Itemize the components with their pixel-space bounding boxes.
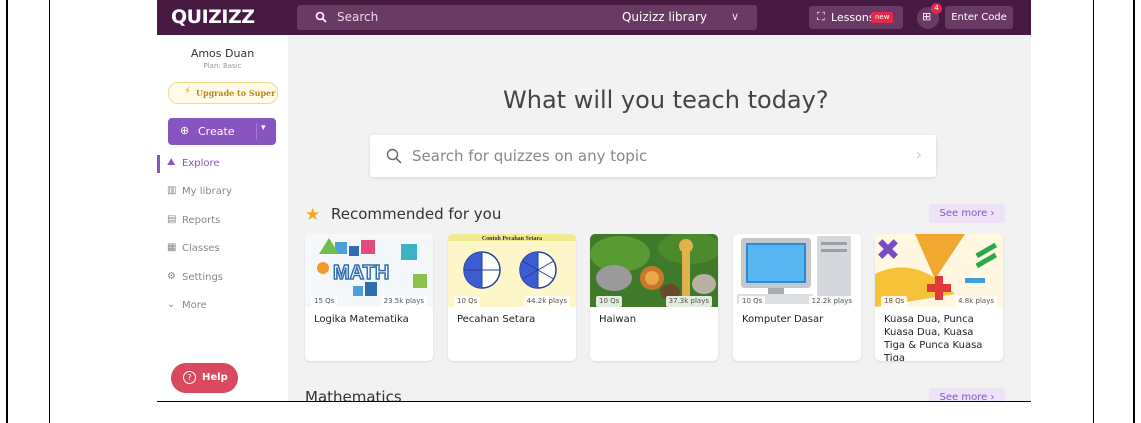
recommended-section-title: Recommended for you (331, 205, 502, 223)
question-icon: ? (183, 371, 196, 384)
gift-count-badge: 4 (931, 3, 942, 14)
frame-inner-right-border (1093, 0, 1094, 423)
sidebar-item-explore[interactable]: ⛰ Explore (157, 155, 288, 173)
new-badge: new (871, 12, 894, 23)
quiz-title: Kuasa Dua, Punca Kuasa Dua, Kuasa Tiga &… (884, 314, 983, 361)
sidebar-item-label: Explore (182, 158, 220, 169)
explore-icon: ⛰ (167, 157, 176, 168)
search-icon (386, 148, 402, 164)
gift-button[interactable]: ⊞ 4 (917, 3, 942, 29)
frame-right-border (1133, 0, 1135, 423)
sidebar: Amos Duan Plan: Basic ⚡ Upgrade to Super… (157, 35, 288, 402)
star-icon: ★ (305, 205, 321, 225)
top-search-placeholder: Search (337, 10, 379, 24)
classes-icon: ▦ (167, 242, 177, 253)
quiz-title: Pecahan Setara (457, 314, 536, 325)
sidebar-item-label: Settings (182, 272, 224, 283)
plays-count-badge: 12.2k plays (808, 296, 855, 307)
create-label: Create (198, 125, 235, 138)
quiz-title: Komputer Dasar (742, 314, 824, 325)
top-search-bar[interactable]: Search Quizizz library ∨ (297, 5, 757, 30)
gift-icon: ⊞ (922, 10, 932, 23)
quiz-card[interactable]: 10 Qs 12.2k plays Komputer Dasar (733, 234, 861, 361)
see-more-mathematics-button[interactable]: See more › (929, 388, 1005, 402)
question-count-badge: 10 Qs (739, 296, 766, 307)
upgrade-label: Upgrade to Super (196, 88, 276, 98)
top-navigation-bar: QUIZIZZ Search Quizizz library ∨ ⛶ Lesso… (157, 0, 1031, 35)
plus-circle-icon: ⊕ (180, 124, 190, 137)
gear-icon: ⚙ (167, 271, 176, 282)
plays-count-badge: 37.3k plays (665, 296, 712, 307)
see-more-recommended-button[interactable]: See more › (929, 204, 1005, 223)
library-scope-select[interactable]: Quizizz library (622, 10, 707, 24)
quiz-search-input[interactable]: Search for quizzes on any topic › (370, 135, 936, 177)
mathematics-section-title: Mathematics (305, 388, 402, 402)
create-divider (256, 123, 257, 140)
create-button[interactable]: ⊕ Create ▾ (168, 118, 276, 145)
quizizz-app-window: QUIZIZZ Search Quizizz library ∨ ⛶ Lesso… (157, 0, 1031, 402)
quiz-search-placeholder: Search for quizzes on any topic (412, 147, 648, 165)
sidebar-item-label: Classes (182, 243, 220, 254)
thumbnail-caption-text: Contoh Pecahan Setara (482, 236, 542, 242)
quiz-title: Haiwan (599, 314, 637, 325)
plays-count-badge: 4.8k plays (955, 296, 997, 307)
lessons-label: Lessons (831, 11, 875, 24)
question-count-badge: 10 Qs (596, 296, 623, 307)
help-label: Help (202, 372, 228, 383)
quiz-card[interactable]: 18 Qs 4.8k plays Kuasa Dua, Punca Kuasa … (875, 234, 1003, 361)
question-count-badge: 15 Qs (311, 296, 338, 307)
enter-code-button[interactable]: Enter Code (945, 6, 1013, 29)
sidebar-item-more[interactable]: ⌄ More (157, 297, 288, 315)
chevron-down-icon: ∨ (730, 10, 739, 23)
user-plan: Plan: Basic (203, 62, 242, 70)
chevron-down-icon[interactable]: ▾ (261, 123, 266, 133)
library-icon: ▥ (167, 185, 177, 196)
screenshot-bottom-edge (157, 401, 1031, 402)
page-title: What will you teach today? (503, 86, 829, 114)
search-icon (315, 11, 327, 23)
plays-count-badge: 23.5k plays (380, 296, 427, 307)
quiz-title: Logika Matematika (314, 314, 409, 325)
quizizz-logo[interactable]: QUIZIZZ (171, 6, 255, 28)
frame-inner-left-border (49, 0, 50, 423)
upgrade-button[interactable]: ⚡ Upgrade to Super (168, 82, 278, 104)
question-count-badge: 10 Qs (454, 296, 481, 307)
sidebar-item-label: More (182, 300, 207, 311)
quiz-card[interactable]: Contoh Pecahan Setara 10 Qs 44.2k plays … (448, 234, 576, 361)
help-button[interactable]: ? Help (171, 363, 238, 393)
sidebar-item-label: My library (182, 186, 232, 197)
presentation-icon: ⛶ (817, 10, 825, 23)
question-count-badge: 18 Qs (881, 296, 908, 307)
sidebar-item-reports[interactable]: ▤ Reports (157, 212, 288, 230)
sidebar-item-my-library[interactable]: ▥ My library (157, 183, 288, 201)
plays-count-badge: 44.2k plays (523, 296, 570, 307)
sidebar-item-label: Reports (182, 215, 221, 226)
chevron-down-icon: ⌄ (167, 299, 176, 310)
frame-left-border (6, 0, 8, 423)
chevron-right-icon[interactable]: › (916, 145, 922, 164)
sidebar-item-classes[interactable]: ▦ Classes (157, 240, 288, 258)
active-indicator (157, 155, 160, 173)
lightning-icon: ⚡ (184, 86, 192, 97)
reports-icon: ▤ (167, 214, 177, 225)
lessons-button[interactable]: ⛶ Lessons new (809, 6, 903, 29)
sidebar-item-settings[interactable]: ⚙ Settings (157, 269, 288, 287)
quiz-card[interactable]: 10 Qs 37.3k plays Haiwan (590, 234, 718, 361)
user-name[interactable]: Amos Duan (157, 47, 288, 60)
quiz-card[interactable]: MATH 15 Qs 23.5k plays Logika Matematika (305, 234, 433, 361)
thumbnail-math-text: MATH (333, 262, 389, 284)
